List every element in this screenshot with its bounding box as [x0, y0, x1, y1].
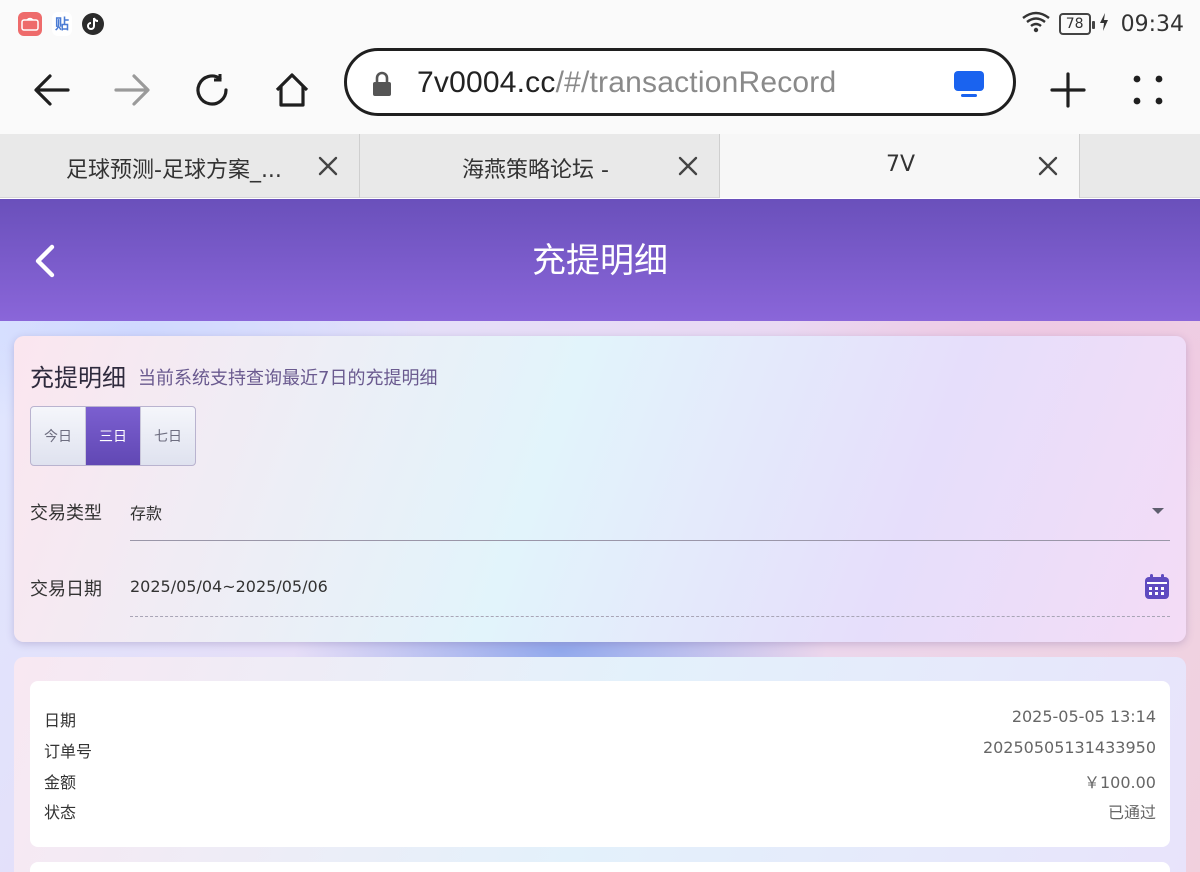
tab-haiyan[interactable]: 海燕策略论坛 -	[360, 134, 720, 198]
tab-title: 海燕策略论坛 -	[462, 158, 609, 183]
screen-cast-icon[interactable]	[953, 70, 985, 102]
filter-title: 充提明细	[30, 364, 126, 392]
close-icon[interactable]	[674, 152, 702, 180]
record-order-label: 订单号	[44, 742, 93, 761]
filter-subtitle: 当前系统支持查询最近7日的充提明细	[138, 368, 438, 389]
close-icon[interactable]	[314, 152, 342, 180]
reload-button[interactable]	[182, 60, 242, 120]
dropdown-caret-icon[interactable]	[1152, 508, 1164, 514]
date-range-input[interactable]: 2025/05/04~2025/05/06	[130, 577, 328, 596]
status-indicators: 78 09:34	[1021, 10, 1184, 38]
record-order: 20250505131433950	[982, 738, 1156, 757]
wifi-icon	[1021, 10, 1051, 38]
address-bar[interactable]: 7v0004.cc/#/transactionRecord	[344, 48, 1016, 116]
home-icon	[275, 73, 309, 107]
app-header: 充提明细	[0, 199, 1200, 321]
url-text[interactable]: 7v0004.cc/#/transactionRecord	[417, 63, 836, 103]
close-icon[interactable]	[1034, 152, 1062, 180]
charging-icon	[1099, 13, 1109, 35]
grid-dots-icon	[1133, 75, 1163, 105]
forward-button[interactable]	[102, 60, 162, 120]
record-amount: ￥100.00	[1084, 773, 1156, 792]
record-date-label: 日期	[44, 711, 77, 730]
range-seven-days[interactable]: 七日	[141, 407, 195, 465]
calendar-icon[interactable]	[1144, 574, 1170, 600]
home-button[interactable]	[262, 60, 322, 120]
filter-card: 充提明细 当前系统支持查询最近7日的充提明细 今日 三日 七日 交易类型 存款 …	[14, 336, 1186, 642]
status-bar: 贴 78 09:34	[0, 0, 1200, 48]
tab-title: 足球预测-足球方案_...	[66, 158, 282, 183]
range-today[interactable]: 今日	[31, 407, 86, 465]
date-label: 交易日期	[30, 579, 102, 600]
status-app-icons: 贴	[18, 12, 104, 36]
clock: 09:34	[1120, 11, 1184, 37]
tieba-icon: 贴	[52, 12, 72, 36]
type-select[interactable]: 存款	[130, 500, 162, 524]
range-selector: 今日 三日 七日	[30, 406, 196, 466]
back-button[interactable]	[22, 60, 82, 120]
url-host: 7v0004.cc	[417, 66, 556, 99]
arrow-right-icon	[114, 74, 150, 106]
tab-strip: 足球预测-足球方案_... 海燕策略论坛 - 7V	[0, 134, 1200, 198]
type-label: 交易类型	[30, 503, 102, 524]
arrow-left-icon	[34, 74, 70, 106]
tab-7v[interactable]: 7V	[720, 134, 1080, 198]
record-status: 已通过	[1107, 803, 1156, 822]
battery-indicator: 78	[1058, 13, 1095, 35]
record-date: 2025-05-05 13:14	[1011, 707, 1156, 726]
date-underline	[130, 616, 1170, 617]
reload-icon	[196, 74, 228, 106]
record-item-partial[interactable]	[30, 862, 1170, 872]
records-card: 日期 2025-05-05 13:14 订单号 2025050513143395…	[14, 657, 1186, 872]
menu-button[interactable]	[1118, 60, 1178, 120]
type-underline	[130, 540, 1170, 541]
record-amount-label: 金额	[44, 773, 77, 792]
record-status-label: 状态	[44, 803, 77, 822]
range-three-days[interactable]: 三日	[86, 407, 141, 465]
record-item[interactable]: 日期 2025-05-05 13:14 订单号 2025050513143395…	[30, 681, 1170, 847]
tab-title: 7V	[886, 152, 916, 177]
lock-icon	[371, 71, 393, 101]
tiktok-icon	[82, 13, 104, 35]
tab-football[interactable]: 足球预测-足球方案_...	[0, 134, 360, 198]
store-icon	[18, 12, 42, 36]
url-path: /#/transactionRecord	[555, 66, 837, 99]
page-title: 充提明细	[532, 241, 668, 281]
browser-toolbar: 7v0004.cc/#/transactionRecord	[0, 48, 1200, 134]
new-tab-button[interactable]	[1038, 60, 1098, 120]
plus-icon	[1050, 72, 1086, 108]
